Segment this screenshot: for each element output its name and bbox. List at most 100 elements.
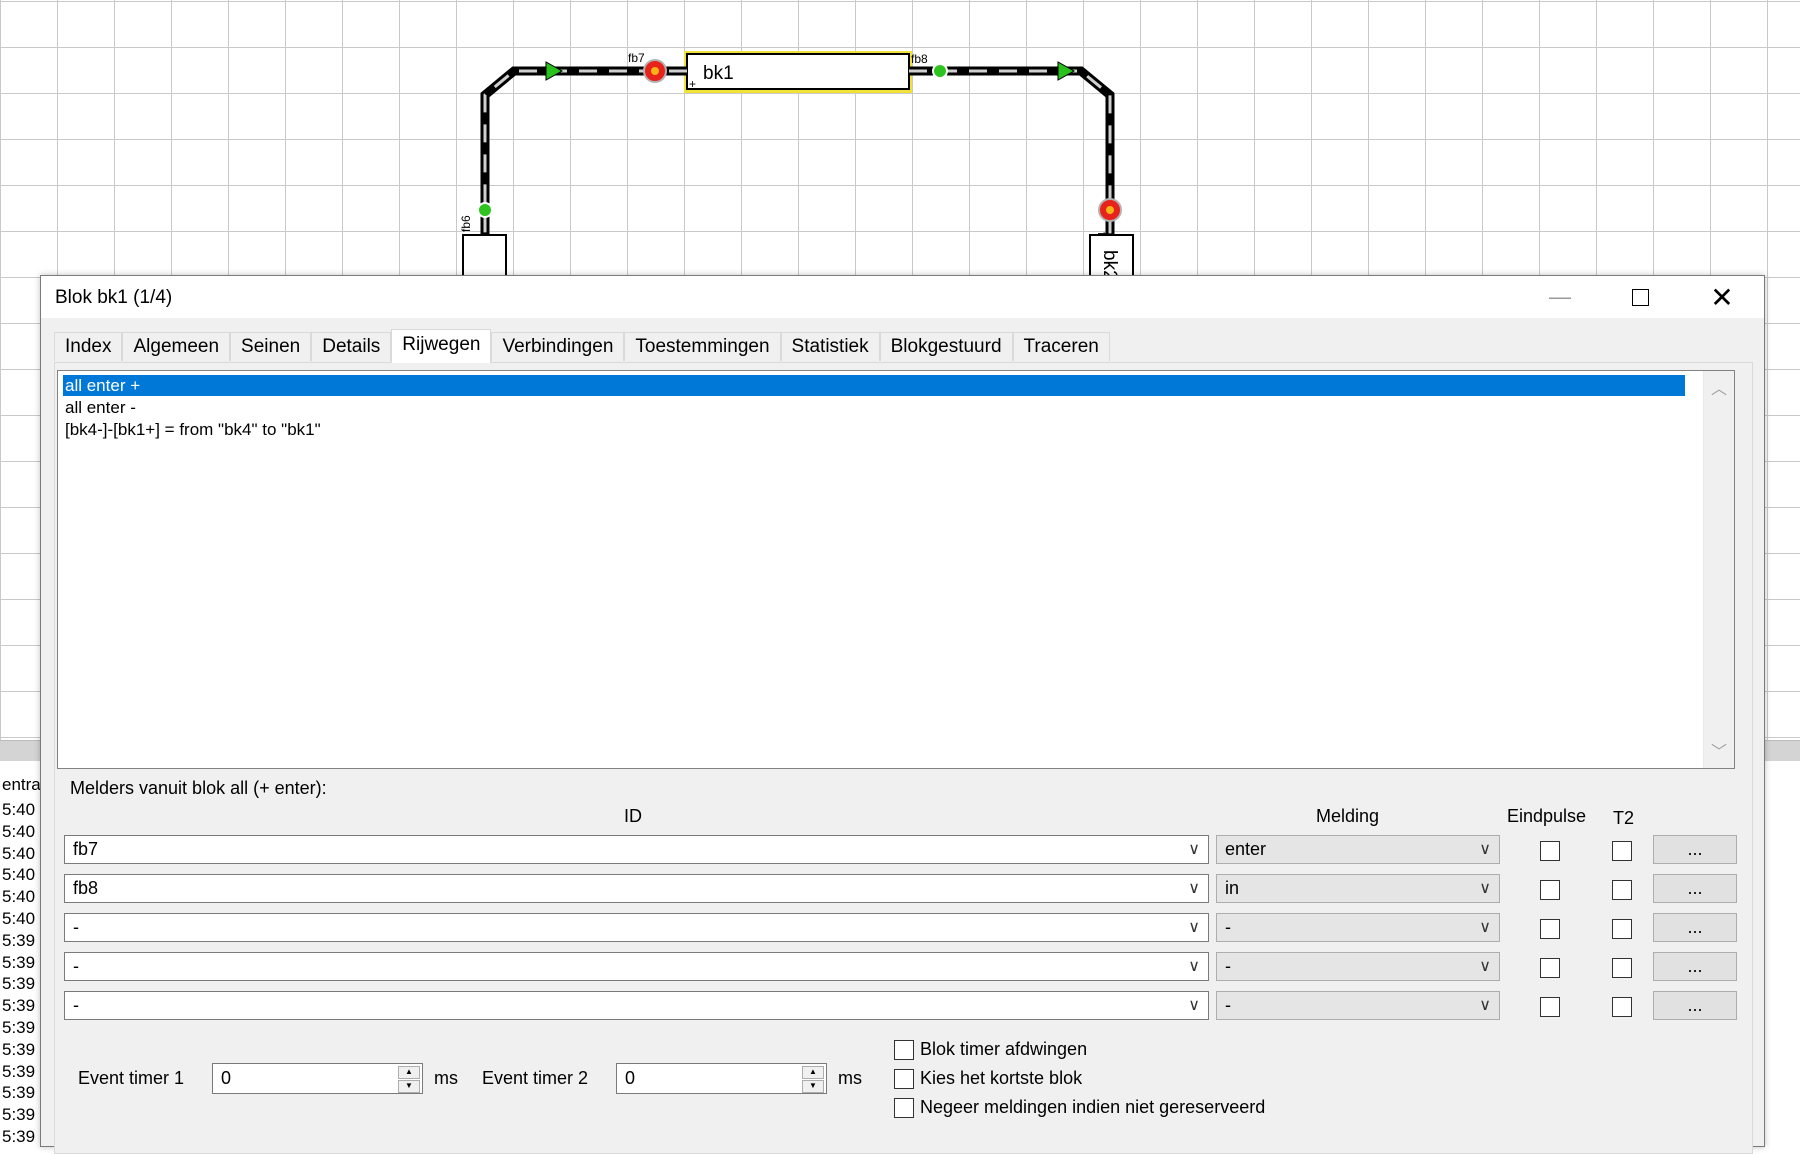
log-header: entra (2, 775, 41, 794)
t2-checkbox[interactable] (1612, 841, 1632, 861)
tab-verbindingen[interactable]: Verbindingen (491, 332, 625, 361)
melders-label: Melders vanuit blok all (+ enter): (70, 778, 327, 798)
option-kortste-blok[interactable]: Kies het kortste blok (894, 1068, 1082, 1089)
event-timer-2-unit: ms (838, 1068, 862, 1088)
melding-select[interactable]: - ∨ (1216, 991, 1500, 1020)
track-left (480, 66, 687, 240)
dialog-title: Blok bk1 (1/4) (55, 287, 173, 308)
column-id: ID (624, 806, 642, 826)
minimize-icon: — (1549, 284, 1571, 309)
svg-text:+: + (689, 77, 696, 91)
tab-toestemmingen[interactable]: Toestemmingen (624, 332, 781, 361)
sensor-fb7-label: fb7 (628, 51, 645, 65)
signal-left-icon[interactable] (545, 61, 564, 81)
signal-right-icon[interactable] (1057, 61, 1076, 81)
sensor-id-select[interactable]: - ∨ (64, 952, 1209, 981)
log-panel: entra 5:40 5:40 5:40 5:40 5:40 5:40 5:39 5:39 5:… (0, 740, 42, 1146)
maximize-icon (1631, 288, 1649, 306)
column-eindpulse: Eindpulse (1507, 806, 1587, 826)
event-timer-2-input[interactable]: 0 ▲ ▼ (616, 1063, 827, 1094)
eindpulse-checkbox[interactable] (1540, 919, 1560, 939)
right-panel (1760, 740, 1800, 1139)
melding-select[interactable]: enter ∨ (1216, 835, 1500, 864)
log-row: 5:39 (2, 1039, 36, 1059)
sensor-id-select[interactable]: fb8 ∨ (64, 874, 1209, 903)
chevron-down-icon: ∨ (1188, 841, 1200, 858)
sensor-options-button[interactable]: ... (1653, 952, 1737, 981)
sensor-fb8-icon[interactable] (932, 63, 948, 79)
melding-select[interactable]: - ∨ (1216, 952, 1500, 981)
tab-traceren[interactable]: Traceren (1012, 332, 1110, 361)
log-row: 5:39 (2, 930, 36, 950)
sensor-options-button[interactable]: ... (1653, 913, 1737, 942)
chevron-down-icon: ∨ (1479, 841, 1491, 858)
chevron-down-icon: ∨ (1188, 958, 1200, 975)
route-list-scrollbar[interactable]: ︿ ﹀ (1703, 371, 1734, 768)
log-rows: 5:40 5:40 5:40 5:40 5:40 5:40 5:39 5:39 5:39 5:39… (2, 799, 35, 1148)
eindpulse-checkbox[interactable] (1540, 880, 1560, 900)
track-plan-drawing: bk1 + fb7 fb8 fb6 fb1 bk2 (459, 51, 1134, 296)
route-item[interactable]: all enter - (63, 397, 1685, 418)
eindpulse-checkbox[interactable] (1540, 997, 1560, 1017)
melding-select[interactable]: in ∨ (1216, 874, 1500, 903)
sensor-id-select[interactable]: fb7 ∨ (64, 835, 1209, 864)
t2-checkbox[interactable] (1612, 919, 1632, 939)
tab-statistiek[interactable]: Statistiek (780, 332, 880, 361)
sensor-id-select[interactable]: - ∨ (64, 913, 1209, 942)
sensor-fb8-label: fb8 (911, 52, 928, 66)
sensor-fb6-icon[interactable] (477, 202, 493, 218)
scroll-up-icon[interactable]: ︿ (1704, 375, 1734, 399)
melding-select[interactable]: - ∨ (1216, 913, 1500, 942)
t2-checkbox[interactable] (1612, 997, 1632, 1017)
option-negeer-meldingen-checkbox[interactable] (894, 1097, 914, 1118)
option-negeer-meldingen[interactable]: Negeer meldingen indien niet gereserveer… (894, 1097, 1265, 1118)
sensor-fb6-label: fb6 (459, 215, 473, 232)
chevron-down-icon: ∨ (1479, 919, 1491, 936)
block-bk1-label: bk1 (703, 63, 734, 84)
event-timer-1-spinner[interactable]: ▲ ▼ (398, 1066, 420, 1093)
sensor-options-button[interactable]: ... (1653, 874, 1737, 903)
log-row: 5:40 (2, 908, 36, 928)
sensor-options-button[interactable]: ... (1653, 835, 1737, 864)
log-row: 5:39 (2, 1061, 36, 1081)
tab-blokgestuurd[interactable]: Blokgestuurd (879, 332, 1013, 361)
tab-rijwegen[interactable]: Rijwegen (391, 329, 492, 363)
maximize-button[interactable] (1601, 276, 1679, 318)
t2-checkbox[interactable] (1612, 958, 1632, 978)
chevron-down-icon: ∨ (1188, 997, 1200, 1014)
route-item[interactable]: all enter + (63, 375, 1685, 396)
route-item[interactable]: [bk4-]-[bk1+] = from "bk4" to "bk1" (63, 419, 1685, 440)
event-timer-2-spinner[interactable]: ▲ ▼ (802, 1066, 824, 1093)
eindpulse-checkbox[interactable] (1540, 958, 1560, 978)
log-row: 5:40 (2, 821, 36, 841)
log-row: 5:39 (2, 996, 36, 1016)
log-row: 5:40 (2, 887, 36, 907)
close-button[interactable]: ✕ (1683, 276, 1761, 318)
chevron-down-icon: ∨ (1479, 880, 1491, 897)
route-list[interactable]: all enter + all enter - [bk4-]-[bk1+] = fr… (57, 370, 1735, 769)
tab-bar: Index Algemeen Seinen Details Rijwegen Verbin… (54, 329, 1110, 363)
log-row: 5:39 (2, 952, 36, 972)
chevron-down-icon: ∨ (1479, 958, 1491, 975)
event-timer-1-input[interactable]: 0 ▲ ▼ (212, 1063, 423, 1094)
log-row: 5:39 (2, 1126, 36, 1146)
chevron-down-icon: ∨ (1479, 997, 1491, 1014)
tab-details[interactable]: Details (311, 332, 392, 361)
option-blok-timer[interactable]: Blok timer afdwingen (894, 1039, 1087, 1060)
log-row: 5:39 (2, 974, 36, 994)
sensor-id-select[interactable]: - ∨ (64, 991, 1209, 1020)
scroll-down-icon[interactable]: ﹀ (1704, 738, 1734, 762)
sensor-options-button[interactable]: ... (1653, 991, 1737, 1020)
tab-index[interactable]: Index (54, 332, 123, 361)
event-timer-2-label: Event timer 2 (482, 1068, 589, 1088)
t2-checkbox[interactable] (1612, 880, 1632, 900)
title-bar[interactable]: Blok bk1 (1/4) — ✕ (41, 276, 1764, 318)
eindpulse-checkbox[interactable] (1540, 841, 1560, 861)
log-row: 5:40 (2, 800, 36, 819)
option-kortste-blok-checkbox[interactable] (894, 1068, 914, 1089)
log-panel-bar (0, 741, 42, 761)
tab-algemeen[interactable]: Algemeen (122, 332, 231, 361)
minimize-button[interactable]: — (1521, 276, 1599, 318)
option-blok-timer-checkbox[interactable] (894, 1039, 914, 1060)
tab-seinen[interactable]: Seinen (230, 332, 312, 361)
